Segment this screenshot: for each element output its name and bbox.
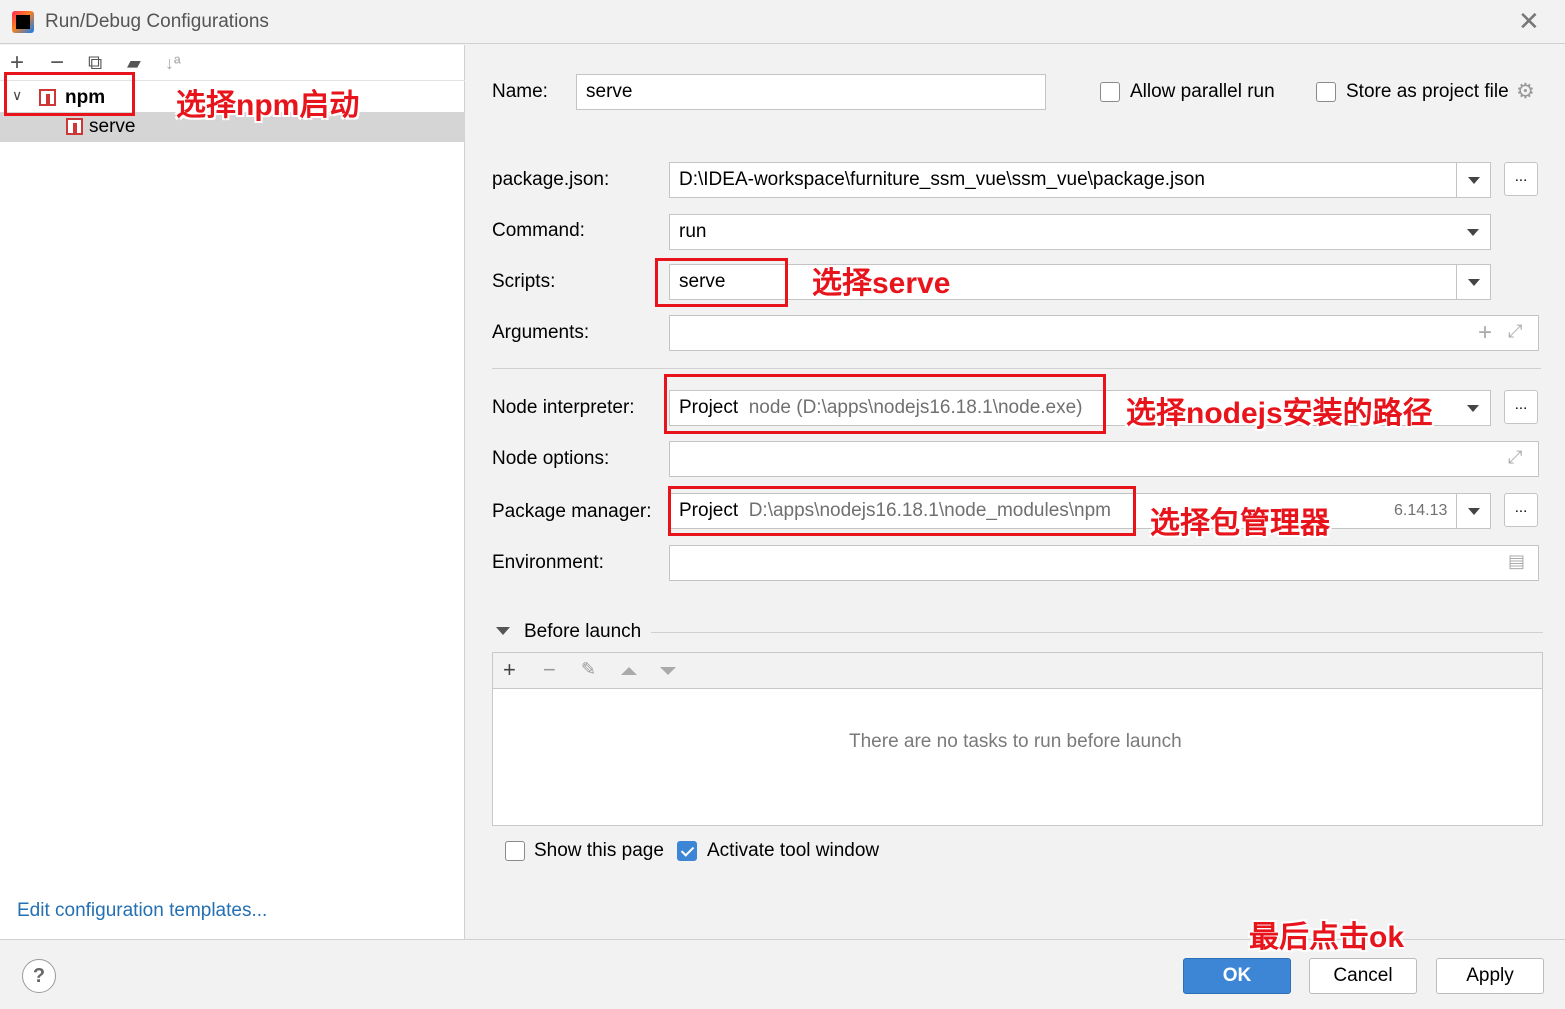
window-title: Run/Debug Configurations — [45, 11, 269, 32]
annotation-box-node — [664, 374, 1106, 434]
edit-templates-link[interactable]: Edit configuration templates... — [17, 900, 267, 922]
activate-tool-label: Activate tool window — [707, 840, 880, 861]
expand-icon[interactable]: ⤢ — [1508, 321, 1522, 342]
divider — [492, 368, 1541, 369]
before-launch-panel: + − ✎ There are no tasks to run before l… — [492, 652, 1543, 826]
annotation-pkg: 选择包管理器 — [1150, 507, 1330, 540]
apply-button[interactable]: Apply — [1436, 958, 1544, 994]
scripts-select[interactable]: serve — [669, 264, 1491, 300]
package-manager-version: 6.14.13 — [1394, 502, 1448, 519]
config-tree-panel: + − ⧉ ▰ ↓ª ∨ npm serve Edit configuratio… — [0, 45, 465, 939]
before-launch-heading: Before launch — [524, 621, 642, 642]
npm-icon — [66, 118, 83, 135]
expand-icon[interactable]: ⤢ — [1508, 447, 1522, 468]
package-json-select[interactable]: D:\IDEA-workspace\furniture_ssm_vue\ssm_… — [669, 162, 1491, 198]
browse-package-manager-button[interactable]: ... — [1504, 493, 1538, 527]
show-page-label: Show this page — [534, 840, 664, 861]
annotation-npm: 选择npm启动 — [176, 89, 360, 122]
move-up-icon[interactable] — [621, 667, 637, 675]
activate-tool-checkbox[interactable] — [677, 841, 697, 861]
divider — [651, 632, 1543, 633]
title-bar: Run/Debug Configurations ✕ — [0, 0, 1565, 44]
collapse-triangle-icon[interactable] — [496, 627, 510, 635]
store-project-label: Store as project file — [1346, 81, 1509, 102]
browse-package-json-button[interactable]: ... — [1504, 162, 1538, 196]
annotation-serve: 选择serve — [812, 267, 951, 300]
package-json-label: package.json: — [492, 169, 610, 190]
arguments-input[interactable]: + ⤢ — [669, 315, 1539, 351]
annotation-box-pkg — [668, 486, 1136, 536]
allow-parallel-checkbox[interactable] — [1100, 82, 1120, 102]
remove-task-icon[interactable]: − — [543, 657, 556, 683]
close-icon[interactable]: ✕ — [1518, 8, 1540, 34]
annotation-box-npm — [4, 72, 135, 116]
document-icon[interactable]: ▤ — [1508, 551, 1525, 572]
package-manager-label: Package manager: — [492, 501, 652, 522]
scripts-label: Scripts: — [492, 271, 556, 292]
add-task-icon[interactable]: + — [503, 657, 516, 683]
command-select[interactable]: run — [669, 214, 1491, 250]
before-launch-toolbar: + − ✎ — [493, 653, 1542, 689]
node-options-input[interactable]: ⤢ — [669, 441, 1539, 477]
node-options-label: Node options: — [492, 448, 610, 469]
cancel-button[interactable]: Cancel — [1309, 958, 1417, 994]
show-page-checkbox[interactable] — [505, 841, 525, 861]
command-label: Command: — [492, 220, 585, 241]
move-down-icon[interactable] — [660, 667, 676, 675]
arguments-label: Arguments: — [492, 322, 590, 343]
allow-parallel-label: Allow parallel run — [1130, 81, 1275, 102]
node-interpreter-label: Node interpreter: — [492, 397, 635, 418]
gear-icon[interactable]: ⚙ — [1516, 79, 1535, 104]
intellij-icon — [12, 11, 34, 33]
store-project-checkbox[interactable] — [1316, 82, 1336, 102]
annotation-node: 选择nodejs安装的路径 — [1126, 397, 1433, 430]
environment-label: Environment: — [492, 552, 604, 573]
chevron-down-icon[interactable] — [1456, 265, 1490, 299]
ok-button[interactable]: OK — [1183, 958, 1291, 994]
annotation-box-serve — [655, 258, 788, 307]
annotation-ok: 最后点击ok — [1249, 921, 1405, 954]
edit-task-icon[interactable]: ✎ — [581, 659, 596, 680]
sort-icon[interactable]: ↓ª — [165, 49, 181, 77]
chevron-down-icon[interactable] — [1456, 163, 1490, 197]
environment-input[interactable]: ▤ — [669, 545, 1539, 581]
chevron-down-icon[interactable] — [1456, 215, 1490, 249]
browse-node-interpreter-button[interactable]: ... — [1504, 390, 1538, 424]
chevron-down-icon[interactable] — [1456, 391, 1490, 425]
plus-icon[interactable]: + — [1478, 319, 1492, 347]
name-input[interactable]: serve — [576, 74, 1046, 110]
tree-item-label: serve — [89, 116, 136, 137]
name-label: Name: — [492, 81, 548, 102]
chevron-down-icon[interactable] — [1456, 494, 1490, 528]
no-tasks-message: There are no tasks to run before launch — [849, 731, 1182, 752]
help-button[interactable]: ? — [22, 959, 56, 993]
